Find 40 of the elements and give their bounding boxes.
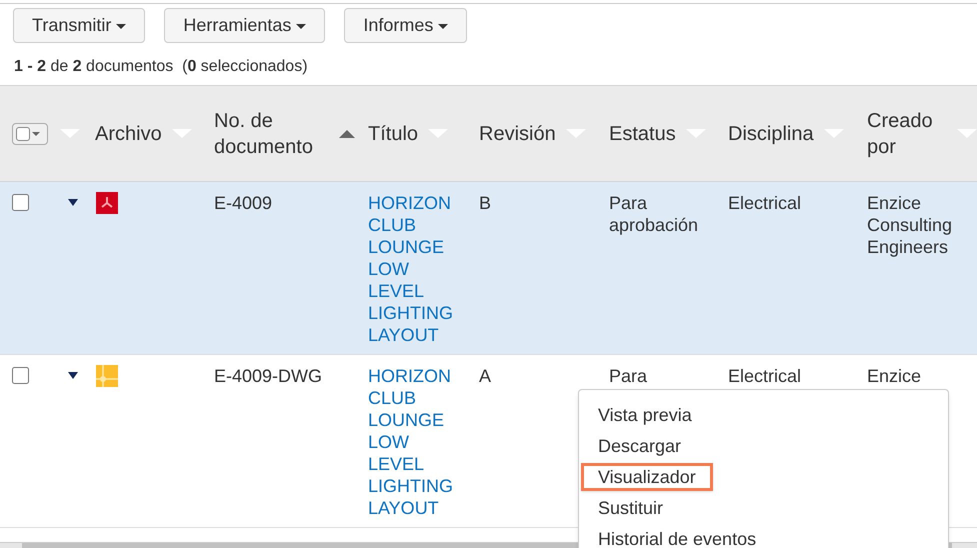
discipline-cell-text: Electrical: [728, 192, 802, 214]
revision-cell-text: A: [479, 365, 492, 387]
expand-caret-icon[interactable]: [68, 372, 78, 379]
row-checkbox[interactable]: [12, 194, 29, 211]
sort-ascending-icon[interactable]: [339, 130, 355, 138]
dropdown-button[interactable]: Herramientas: [164, 8, 326, 43]
column-header[interactable]: Archivo: [95, 120, 162, 146]
select-all-dropdown[interactable]: [12, 122, 48, 144]
creator-cell-text: Enzice Consulting Engineers: [867, 192, 954, 258]
title-link[interactable]: HORIZON CLUB LOUNGE LOW LEVEL LIGHTING LAYOUT: [368, 365, 460, 519]
menu-item[interactable]: Historial de eventos: [581, 524, 774, 548]
column-header[interactable]: Estatus: [609, 120, 676, 146]
column-header[interactable]: No. de documento: [214, 108, 329, 160]
discipline-cell-text: Electrical: [728, 365, 802, 387]
drawing-file-icon: [96, 365, 118, 387]
dropdown-button[interactable]: Transmitir: [13, 8, 146, 43]
column-header[interactable]: Revisión: [479, 120, 556, 146]
caret-icon: [438, 24, 448, 29]
dropdown-button[interactable]: Informes: [344, 8, 468, 43]
status-cell-text: Para: [609, 365, 648, 387]
menu-item[interactable]: Vista previa: [581, 400, 709, 428]
document-number: E-4009-DWG: [214, 365, 324, 387]
caret-icon: [116, 24, 126, 29]
menu-item[interactable]: Descargar: [581, 432, 698, 460]
column-header[interactable]: Título: [368, 120, 418, 146]
column-header[interactable]: Creado por: [867, 108, 947, 160]
menu-item[interactable]: Sustituir: [581, 494, 680, 522]
expand-caret-icon[interactable]: [68, 199, 78, 206]
row-checkbox[interactable]: [12, 367, 29, 384]
title-link[interactable]: HORIZON CLUB LOUNGE LOW LEVEL LIGHTING LAYOUT: [368, 192, 460, 346]
revision-cell-text: B: [479, 192, 492, 214]
caret-icon: [296, 24, 306, 29]
document-number: E-4009: [214, 192, 274, 214]
result-count: 1 - 2 de 2 documentos (0 seleccionados): [13, 57, 309, 77]
menu-item[interactable]: Visualizador: [581, 462, 713, 490]
selected-row-highlight[interactable]: [0, 182, 977, 354]
creator-cell-text: Enzice: [867, 365, 922, 387]
pdf-file-icon: [96, 192, 118, 214]
status-cell-text: Para aprobación: [609, 192, 700, 236]
column-header[interactable]: Disciplina: [728, 120, 814, 146]
